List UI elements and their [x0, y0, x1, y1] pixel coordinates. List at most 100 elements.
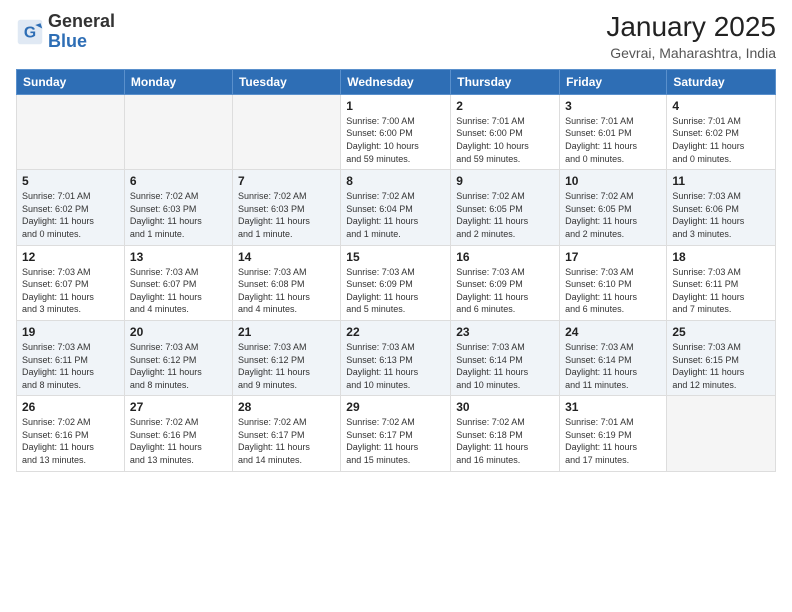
day-number: 16	[456, 250, 554, 264]
weekday-header-row: SundayMondayTuesdayWednesdayThursdayFrid…	[17, 69, 776, 94]
day-number: 23	[456, 325, 554, 339]
calendar-day-cell: 13 Sunrise: 7:03 AM Sunset: 6:07 PM Dayli…	[124, 245, 232, 320]
day-number: 1	[346, 99, 445, 113]
header: G General Blue January 2025 Gevrai, Maha…	[16, 12, 776, 61]
day-info: Sunrise: 7:02 AM Sunset: 6:16 PM Dayligh…	[22, 416, 119, 466]
day-number: 13	[130, 250, 227, 264]
calendar-day-cell: 12 Sunrise: 7:03 AM Sunset: 6:07 PM Dayli…	[17, 245, 125, 320]
calendar-day-cell: 1 Sunrise: 7:00 AM Sunset: 6:00 PM Daylig…	[341, 94, 451, 169]
calendar-table: SundayMondayTuesdayWednesdayThursdayFrid…	[16, 69, 776, 472]
calendar-day-cell	[667, 396, 776, 471]
day-info: Sunrise: 7:01 AM Sunset: 6:19 PM Dayligh…	[565, 416, 661, 466]
calendar-day-cell: 9Sunrise: 7:02 AM Sunset: 6:05 PM Daylig…	[451, 170, 560, 245]
day-number: 21	[238, 325, 335, 339]
day-info: Sunrise: 7:03 AM Sunset: 6:12 PM Dayligh…	[238, 341, 335, 391]
calendar-day-cell: 15Sunrise: 7:03 AM Sunset: 6:09 PM Dayli…	[341, 245, 451, 320]
calendar-day-cell: 21 Sunrise: 7:03 AM Sunset: 6:12 PM Dayli…	[232, 320, 340, 395]
calendar-day-cell: 28 Sunrise: 7:02 AM Sunset: 6:17 PM Dayli…	[232, 396, 340, 471]
weekday-header-friday: Friday	[560, 69, 667, 94]
day-info: Sunrise: 7:03 AM Sunset: 6:07 PM Dayligh…	[130, 266, 227, 316]
day-info: Sunrise: 7:03 AM Sunset: 6:13 PM Dayligh…	[346, 341, 445, 391]
day-number: 28	[238, 400, 335, 414]
calendar-day-cell: 27 Sunrise: 7:02 AM Sunset: 6:16 PM Dayli…	[124, 396, 232, 471]
day-info: Sunrise: 7:03 AM Sunset: 6:14 PM Dayligh…	[456, 341, 554, 391]
calendar-day-cell: 5Sunrise: 7:01 AM Sunset: 6:02 PM Daylig…	[17, 170, 125, 245]
weekday-header-wednesday: Wednesday	[341, 69, 451, 94]
day-number: 31	[565, 400, 661, 414]
day-number: 22	[346, 325, 445, 339]
calendar-day-cell: 29 Sunrise: 7:02 AM Sunset: 6:17 PM Dayli…	[341, 396, 451, 471]
day-info: Sunrise: 7:03 AM Sunset: 6:07 PM Dayligh…	[22, 266, 119, 316]
logo: G General Blue	[16, 12, 115, 52]
calendar-day-cell: 31 Sunrise: 7:01 AM Sunset: 6:19 PM Dayli…	[560, 396, 667, 471]
day-number: 30	[456, 400, 554, 414]
day-info: Sunrise: 7:00 AM Sunset: 6:00 PM Dayligh…	[346, 115, 445, 165]
day-info: Sunrise: 7:03 AM Sunset: 6:14 PM Dayligh…	[565, 341, 661, 391]
day-info: Sunrise: 7:03 AM Sunset: 6:10 PM Dayligh…	[565, 266, 661, 316]
day-number: 11	[672, 174, 770, 188]
location: Gevrai, Maharashtra, India	[606, 45, 776, 61]
day-info: Sunrise: 7:01 AM Sunset: 6:01 PM Dayligh…	[565, 115, 661, 165]
day-number: 6	[130, 174, 227, 188]
calendar-day-cell	[17, 94, 125, 169]
day-info: Sunrise: 7:03 AM Sunset: 6:11 PM Dayligh…	[672, 266, 770, 316]
logo-general-text: General	[48, 11, 115, 31]
day-number: 8	[346, 174, 445, 188]
calendar-day-cell: 16Sunrise: 7:03 AM Sunset: 6:09 PM Dayli…	[451, 245, 560, 320]
calendar-day-cell: 8 Sunrise: 7:02 AM Sunset: 6:04 PM Daylig…	[341, 170, 451, 245]
calendar-day-cell: 2Sunrise: 7:01 AM Sunset: 6:00 PM Daylig…	[451, 94, 560, 169]
day-number: 4	[672, 99, 770, 113]
day-number: 3	[565, 99, 661, 113]
calendar-day-cell: 3 Sunrise: 7:01 AM Sunset: 6:01 PM Daylig…	[560, 94, 667, 169]
calendar-day-cell: 10 Sunrise: 7:02 AM Sunset: 6:05 PM Dayli…	[560, 170, 667, 245]
day-info: Sunrise: 7:02 AM Sunset: 6:03 PM Dayligh…	[238, 190, 335, 240]
day-info: Sunrise: 7:02 AM Sunset: 6:03 PM Dayligh…	[130, 190, 227, 240]
day-number: 14	[238, 250, 335, 264]
weekday-header-monday: Monday	[124, 69, 232, 94]
calendar-week-row: 19 Sunrise: 7:03 AM Sunset: 6:11 PM Dayli…	[17, 320, 776, 395]
day-number: 9	[456, 174, 554, 188]
day-info: Sunrise: 7:02 AM Sunset: 6:05 PM Dayligh…	[565, 190, 661, 240]
calendar-week-row: 5Sunrise: 7:01 AM Sunset: 6:02 PM Daylig…	[17, 170, 776, 245]
day-info: Sunrise: 7:03 AM Sunset: 6:06 PM Dayligh…	[672, 190, 770, 240]
page: G General Blue January 2025 Gevrai, Maha…	[0, 0, 792, 612]
day-info: Sunrise: 7:01 AM Sunset: 6:02 PM Dayligh…	[672, 115, 770, 165]
day-number: 27	[130, 400, 227, 414]
day-info: Sunrise: 7:03 AM Sunset: 6:11 PM Dayligh…	[22, 341, 119, 391]
calendar-day-cell: 17 Sunrise: 7:03 AM Sunset: 6:10 PM Dayli…	[560, 245, 667, 320]
day-number: 10	[565, 174, 661, 188]
weekday-header-thursday: Thursday	[451, 69, 560, 94]
calendar-day-cell: 14 Sunrise: 7:03 AM Sunset: 6:08 PM Dayli…	[232, 245, 340, 320]
day-number: 19	[22, 325, 119, 339]
logo-icon: G	[16, 18, 44, 46]
calendar-day-cell: 7 Sunrise: 7:02 AM Sunset: 6:03 PM Daylig…	[232, 170, 340, 245]
calendar-week-row: 26 Sunrise: 7:02 AM Sunset: 6:16 PM Dayli…	[17, 396, 776, 471]
month-year: January 2025	[606, 12, 776, 43]
day-number: 26	[22, 400, 119, 414]
day-number: 29	[346, 400, 445, 414]
logo-blue-text: Blue	[48, 31, 87, 51]
weekday-header-sunday: Sunday	[17, 69, 125, 94]
day-number: 7	[238, 174, 335, 188]
day-number: 12	[22, 250, 119, 264]
calendar-day-cell: 11 Sunrise: 7:03 AM Sunset: 6:06 PM Dayli…	[667, 170, 776, 245]
calendar-day-cell: 25Sunrise: 7:03 AM Sunset: 6:15 PM Dayli…	[667, 320, 776, 395]
calendar-week-row: 1 Sunrise: 7:00 AM Sunset: 6:00 PM Daylig…	[17, 94, 776, 169]
day-info: Sunrise: 7:02 AM Sunset: 6:04 PM Dayligh…	[346, 190, 445, 240]
day-info: Sunrise: 7:01 AM Sunset: 6:02 PM Dayligh…	[22, 190, 119, 240]
day-info: Sunrise: 7:02 AM Sunset: 6:17 PM Dayligh…	[346, 416, 445, 466]
title-block: January 2025 Gevrai, Maharashtra, India	[606, 12, 776, 61]
day-number: 17	[565, 250, 661, 264]
day-number: 20	[130, 325, 227, 339]
day-info: Sunrise: 7:02 AM Sunset: 6:18 PM Dayligh…	[456, 416, 554, 466]
calendar-day-cell: 22 Sunrise: 7:03 AM Sunset: 6:13 PM Dayli…	[341, 320, 451, 395]
day-info: Sunrise: 7:02 AM Sunset: 6:17 PM Dayligh…	[238, 416, 335, 466]
day-info: Sunrise: 7:01 AM Sunset: 6:00 PM Dayligh…	[456, 115, 554, 165]
day-info: Sunrise: 7:03 AM Sunset: 6:09 PM Dayligh…	[346, 266, 445, 316]
svg-text:G: G	[24, 24, 36, 41]
calendar-day-cell: 24Sunrise: 7:03 AM Sunset: 6:14 PM Dayli…	[560, 320, 667, 395]
day-info: Sunrise: 7:02 AM Sunset: 6:16 PM Dayligh…	[130, 416, 227, 466]
day-number: 18	[672, 250, 770, 264]
calendar-day-cell: 26 Sunrise: 7:02 AM Sunset: 6:16 PM Dayli…	[17, 396, 125, 471]
day-info: Sunrise: 7:03 AM Sunset: 6:08 PM Dayligh…	[238, 266, 335, 316]
